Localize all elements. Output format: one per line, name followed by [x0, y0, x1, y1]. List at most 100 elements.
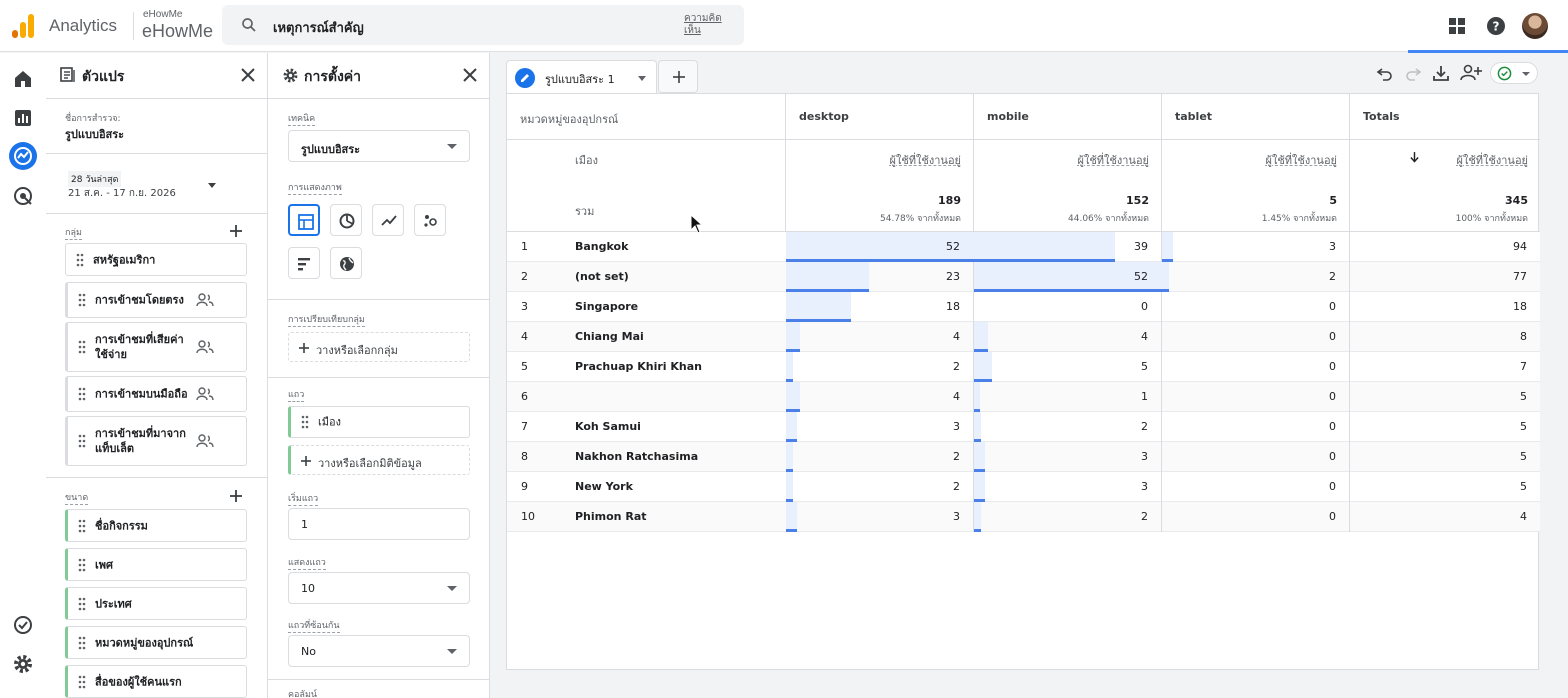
dimension-chip[interactable]: ประเทศ	[65, 587, 247, 620]
property-name[interactable]: eHowMe	[142, 21, 213, 42]
dimension-chip[interactable]: สื่อของผู้ใช้คนแรก	[65, 665, 247, 698]
table-row[interactable]: 3 Singapore 18 0 0 18	[507, 292, 1540, 322]
admin-gear-icon[interactable]	[12, 653, 34, 675]
segment-chip[interactable]: การเข้าชมบนมือถือ	[65, 376, 247, 412]
share-user-icon[interactable]	[1460, 64, 1482, 82]
metric-name[interactable]: ผู้ใช้ที่ใช้งานอยู่	[1457, 151, 1529, 169]
drag-handle-icon[interactable]	[301, 415, 309, 429]
table-row[interactable]: 7 Koh Samui 3 2 0 5	[507, 412, 1540, 442]
column-header-desktop[interactable]: desktop	[786, 94, 974, 140]
table-row[interactable]: 5 Prachuap Khiri Khan 2 5 0 7	[507, 352, 1540, 382]
sort-arrow-down-icon[interactable]	[1410, 152, 1419, 163]
status-check-button[interactable]	[1490, 62, 1538, 84]
cell-value: 23	[946, 270, 960, 283]
advertising-icon[interactable]	[12, 185, 34, 207]
home-icon[interactable]	[12, 68, 34, 90]
column-header-totals[interactable]: Totals	[1350, 94, 1540, 140]
dimension-label: หมวดหมู่ของอุปกรณ์	[95, 636, 194, 649]
table-row[interactable]: 10 Phimon Rat 3 2 0 4	[507, 502, 1540, 532]
configure-icon[interactable]	[12, 614, 34, 636]
download-icon[interactable]	[1432, 64, 1450, 82]
reports-icon[interactable]	[12, 107, 34, 129]
undo-icon[interactable]	[1376, 64, 1394, 82]
row-index: 6	[521, 390, 528, 403]
cell-value: 18	[946, 300, 960, 313]
row-drop-zone[interactable]: วางหรือเลือกมิติข้อมูล	[288, 445, 470, 475]
total-percent: 44.06% จากทั้งหมด	[1068, 214, 1149, 224]
drag-handle-icon[interactable]	[78, 675, 86, 689]
drag-handle-icon[interactable]	[78, 597, 86, 611]
nested-rows-select[interactable]: No	[288, 635, 470, 667]
bar-viz-button[interactable]	[288, 247, 320, 279]
metric-name[interactable]: ผู้ใช้ที่ใช้งานอยู่	[1266, 151, 1338, 169]
dimension-chip[interactable]: ชื่อกิจกรรม	[65, 509, 247, 542]
segment-chip[interactable]: สหรัฐอเมริกา	[65, 243, 247, 276]
add-dimension-icon[interactable]	[229, 489, 243, 503]
column-header-tablet[interactable]: tablet	[1162, 94, 1350, 140]
feedback-link[interactable]: ความคิดเห็น	[684, 13, 734, 37]
drag-handle-icon[interactable]	[78, 434, 86, 448]
account-name-small[interactable]: eHowMe	[143, 9, 182, 20]
dimension-chip[interactable]: เพศ	[65, 548, 247, 581]
drag-handle-icon[interactable]	[78, 558, 86, 572]
chevron-down-icon[interactable]	[638, 76, 646, 81]
tab-freeform-1[interactable]: รูปแบบอิสระ 1	[506, 60, 657, 93]
table-row[interactable]: 9 New York 2 3 0 5	[507, 472, 1540, 502]
gear-icon	[283, 68, 298, 83]
drag-handle-icon[interactable]	[78, 519, 86, 533]
table-row[interactable]: 8 Nakhon Ratchasima 2 3 0 5	[507, 442, 1540, 472]
help-icon[interactable]: ?	[1485, 15, 1507, 37]
segment-chip[interactable]: การเข้าชมที่เสียค่าใช้จ่าย	[65, 322, 247, 372]
date-range-picker[interactable]: 28 วันล่าสุด 21 ส.ค. - 17 ก.ย. 2026	[65, 169, 225, 201]
table-row[interactable]: 6 4 1 0 5	[507, 382, 1540, 412]
cell-total: 5	[1350, 442, 1540, 472]
add-tab-button[interactable]	[658, 60, 698, 93]
avatar[interactable]	[1522, 13, 1548, 39]
technique-select[interactable]: รูปแบบอิสระ	[288, 130, 470, 162]
segment-drop-zone[interactable]: วางหรือเลือกกลุ่ม	[288, 332, 470, 362]
chevron-down-icon	[447, 586, 457, 591]
divider	[46, 98, 267, 99]
segment-chip[interactable]: การเข้าชมที่มาจากแท็บเล็ต	[65, 416, 247, 466]
analytics-logo[interactable]	[12, 14, 34, 38]
exploration-name-input[interactable]: รูปแบบอิสระ	[65, 125, 124, 143]
cell-value: 2	[1329, 270, 1336, 283]
drag-handle-icon[interactable]	[78, 293, 86, 307]
drag-handle-icon[interactable]	[76, 253, 84, 267]
drag-handle-icon[interactable]	[78, 636, 86, 650]
cell-mobile: 2	[974, 412, 1162, 442]
show-rows-select[interactable]: 10	[288, 572, 470, 604]
cell-desktop: 2	[786, 442, 974, 472]
search-input[interactable]: เหตุการณ์สำคัญ	[273, 17, 364, 38]
segment-chip[interactable]: การเข้าชมโดยตรง	[65, 282, 247, 318]
drag-handle-icon[interactable]	[78, 387, 86, 401]
drag-handle-icon[interactable]	[78, 340, 86, 354]
dimension-chip[interactable]: หมวดหมู่ของอุปกรณ์	[65, 626, 247, 659]
metric-name[interactable]: ผู้ใช้ที่ใช้งานอยู่	[1078, 151, 1150, 169]
table-row[interactable]: 1 Bangkok 52 39 3 94	[507, 232, 1540, 262]
apps-icon[interactable]	[1446, 15, 1468, 37]
metric-name[interactable]: ผู้ใช้ที่ใช้งานอยู่	[890, 151, 962, 169]
table-row[interactable]: 2 (not set) 23 52 2 77	[507, 262, 1540, 292]
start-row-input[interactable]: 1	[288, 508, 470, 540]
column-dimension-header[interactable]: หมวดหมู่ของอุปกรณ์	[507, 94, 786, 140]
line-viz-button[interactable]	[372, 204, 404, 236]
row-dimension-name[interactable]: เมือง	[575, 151, 598, 169]
redo-icon[interactable]	[1404, 64, 1422, 82]
close-icon[interactable]	[240, 67, 256, 83]
show-rows-label: แสดงแถว	[288, 555, 326, 570]
close-icon[interactable]	[462, 67, 478, 83]
add-segment-icon[interactable]	[229, 224, 243, 238]
donut-viz-button[interactable]	[330, 204, 362, 236]
chevron-down-icon[interactable]	[208, 183, 216, 188]
table-viz-button[interactable]	[288, 204, 320, 236]
row-dimension-chip[interactable]: เมือง	[288, 406, 470, 438]
search-bar[interactable]: เหตุการณ์สำคัญ ความคิดเห็น	[222, 5, 744, 45]
cell-value: 2	[953, 450, 960, 463]
column-header-mobile[interactable]: mobile	[974, 94, 1162, 140]
row-index: 2	[521, 270, 528, 283]
explore-icon[interactable]	[9, 142, 37, 170]
table-row[interactable]: 4 Chiang Mai 4 4 0 8	[507, 322, 1540, 352]
geo-viz-button[interactable]	[330, 247, 362, 279]
scatter-viz-button[interactable]	[414, 204, 446, 236]
